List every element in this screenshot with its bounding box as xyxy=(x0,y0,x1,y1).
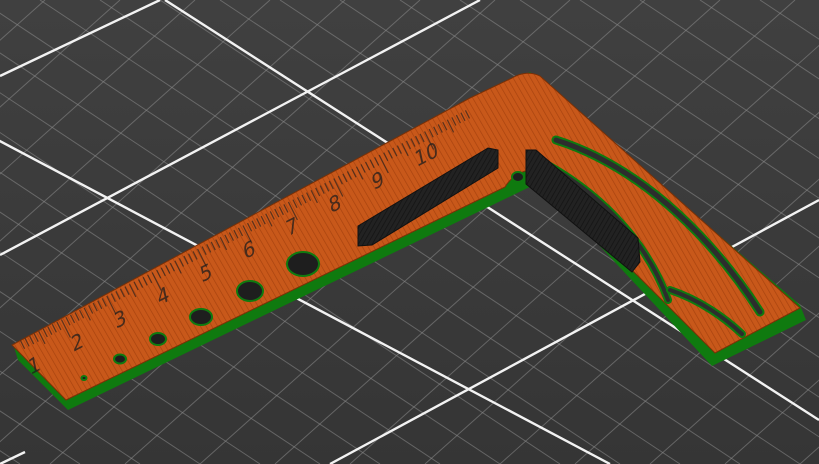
gauge-hole xyxy=(511,171,525,183)
gauge-hole xyxy=(113,353,127,365)
gauge-hole xyxy=(189,308,213,326)
gauge-hole xyxy=(149,332,167,346)
scene-canvas[interactable]: 12345678910 xyxy=(0,0,819,464)
gauge-hole xyxy=(236,280,264,302)
gauge-hole xyxy=(80,375,88,381)
3d-print-preview-viewport[interactable]: 1 2 3 4 5 6 7 8 9 10 xyxy=(0,0,819,464)
gauge-hole xyxy=(286,251,320,277)
